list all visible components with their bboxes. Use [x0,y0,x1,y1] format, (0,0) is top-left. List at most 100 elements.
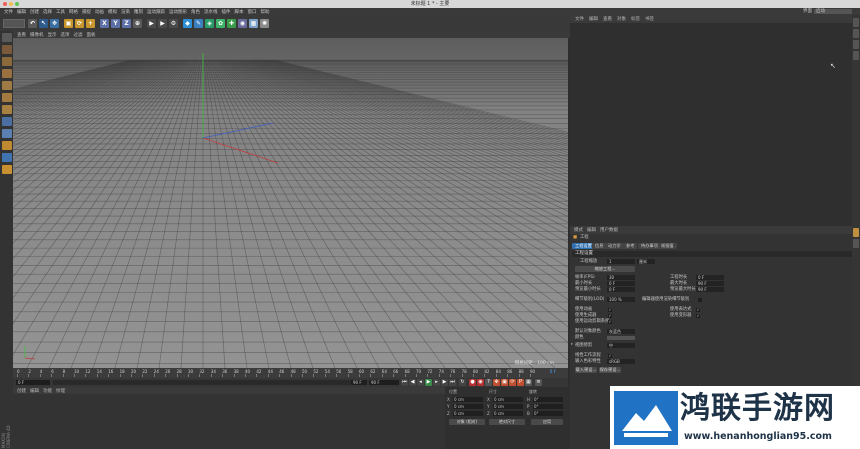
keyframe-selection-icon[interactable]: ? [485,379,492,386]
perspective-viewport[interactable]: 网格间距 : 100 cm [13,38,568,368]
material-menu-create[interactable]: 创建 [17,388,26,394]
menu-item[interactable]: 运动图形 [169,9,187,15]
make-editable-icon[interactable] [1,33,12,42]
view-clipping-select[interactable]: 中 [607,343,635,348]
array-icon[interactable]: ✿ [216,18,225,28]
object-menu-tags[interactable]: 标签 [631,16,640,22]
save-preset-button[interactable]: 保存预设... [599,367,621,373]
polygons-mode-icon[interactable] [1,105,12,114]
objects-tab-icon[interactable] [853,18,859,27]
menu-item[interactable]: 模拟 [108,9,117,15]
menu-item[interactable]: 网格 [69,9,78,15]
position-key-icon[interactable]: ✥ [493,379,500,386]
render-settings-icon[interactable]: ⚙ [169,18,178,28]
tweak-mode-icon[interactable] [1,129,12,138]
subtab-interpolation[interactable]: 帧插值 [658,243,677,249]
rotation-field[interactable]: 0° [533,411,563,416]
render-view-icon[interactable]: ▶ [147,18,156,28]
viewport-menu-display[interactable]: 显示 [48,32,57,38]
menu-item[interactable]: 动画 [95,9,104,15]
lod-field[interactable]: 100 % [607,297,635,302]
size-mode-select[interactable]: 绝对尺寸 [489,419,525,425]
pen-icon[interactable]: ✎ [194,18,203,28]
light-icon[interactable]: ✺ [260,18,269,28]
cube-icon[interactable]: ◆ [183,18,192,28]
layers-tab-icon[interactable] [853,51,859,60]
min-time-field[interactable]: 0 F [607,281,635,286]
max-time-field[interactable]: 90 F [696,281,724,286]
points-mode-icon[interactable] [1,81,12,90]
menu-item[interactable]: 角色 [191,9,200,15]
maximize-window-icon[interactable] [15,2,19,6]
object-menu-view[interactable]: 查看 [603,16,612,22]
z-axis-icon[interactable]: Z [122,18,131,28]
rotate-icon[interactable]: ⟳ [75,18,84,28]
close-window-icon[interactable] [3,2,7,6]
parameter-key-icon[interactable]: P [517,379,524,386]
recent-tool-icon[interactable]: + [86,18,95,28]
menu-item[interactable]: 捕捉 [82,9,91,15]
y-axis-icon[interactable]: Y [111,18,120,28]
object-menu-file[interactable]: 文件 [575,16,584,22]
content-browser-tab-icon[interactable] [853,40,859,49]
use-animation-checkbox[interactable]: ✓ [608,308,612,312]
camera-icon[interactable]: ▦ [249,18,258,28]
go-to-start-icon[interactable]: ⏮ [401,379,408,386]
axis-mode-icon[interactable] [1,117,12,126]
position-field[interactable]: 0 cm [453,404,483,409]
model-mode-icon[interactable] [1,45,12,54]
menu-item[interactable]: 雕刻 [134,9,143,15]
size-field[interactable]: 0 cm [493,411,523,416]
material-menu-edit[interactable]: 编辑 [30,388,39,394]
loop-icon[interactable]: ↻ [459,379,466,386]
size-field[interactable]: 0 cm [493,397,523,402]
minimize-window-icon[interactable] [9,2,13,6]
rotation-key-icon[interactable]: ⟳ [509,379,516,386]
texture-mode-icon[interactable] [1,57,12,66]
rotation-field[interactable]: 0° [533,404,563,409]
preview-min-field[interactable]: 0 F [607,287,635,292]
coordinate-mode-select[interactable]: 对象 (相对) [449,419,485,425]
use-expressions-checkbox[interactable]: ✓ [696,308,700,312]
viewport-menu-view[interactable]: 查看 [17,32,26,38]
default-color-select[interactable]: 灰蓝色 [607,329,635,334]
attr-menu-user-data[interactable]: 用户数据 [600,227,618,233]
scale-icon[interactable]: ▣ [64,18,73,28]
max-frame-field[interactable]: 90 F [369,380,399,385]
go-to-end-icon[interactable]: ⏭ [449,379,456,386]
viewport-menu-filter[interactable]: 过滤 [74,32,83,38]
timeline-ruler[interactable]: 0 2 4 6 8 10 12 14 16 18 20 22 24 26 28 30 32 34 36 38 40 42 4… [13,368,568,378]
input-color-select[interactable]: sRGB [607,359,635,364]
menu-item[interactable]: 帮助 [261,9,270,15]
viewport-menu-camera[interactable]: 摄像机 [30,32,44,38]
viewport-menu-panel[interactable]: 面板 [87,32,96,38]
menu-item[interactable]: 运动跟踪 [147,9,165,15]
menu-item[interactable]: 插件 [222,9,231,15]
position-field[interactable]: 0 cm [453,397,483,402]
attr-menu-edit[interactable]: 编辑 [587,227,596,233]
deformer-icon[interactable]: ✚ [227,18,236,28]
menu-item[interactable]: 编辑 [17,9,26,15]
object-menu-edit[interactable]: 编辑 [589,16,598,22]
menu-item[interactable]: 创建 [30,9,39,15]
attr-menu-mode[interactable]: 模式 [574,227,583,233]
preview-range-slider[interactable] [53,380,365,385]
menu-item[interactable]: 渲染 [121,9,130,15]
apply-button[interactable]: 应用 [531,419,563,425]
render-lod-checkbox[interactable] [698,298,702,302]
undo-icon[interactable]: ↶ [28,18,37,28]
linear-workflow-checkbox[interactable]: ✓ [608,354,612,358]
workplane-icon[interactable] [1,69,12,78]
render-to-picture-viewer-icon[interactable]: ▶ [158,18,167,28]
edges-mode-icon[interactable] [1,93,12,102]
object-menu-objects[interactable]: 对象 [617,16,626,22]
play-icon[interactable]: ▶ [425,379,432,386]
current-frame-field[interactable]: 0 F [16,380,50,385]
menu-item[interactable]: 窗口 [248,9,257,15]
record-key-icon[interactable]: ● [469,379,476,386]
rotation-field[interactable]: 0° [533,397,563,402]
expand-arrow-icon[interactable]: ▸ [571,342,573,348]
point-level-animation-icon[interactable]: ▦ [525,379,532,386]
viewport-menu-options[interactable]: 选项 [61,32,70,38]
use-generators-checkbox[interactable]: ✓ [608,314,612,318]
